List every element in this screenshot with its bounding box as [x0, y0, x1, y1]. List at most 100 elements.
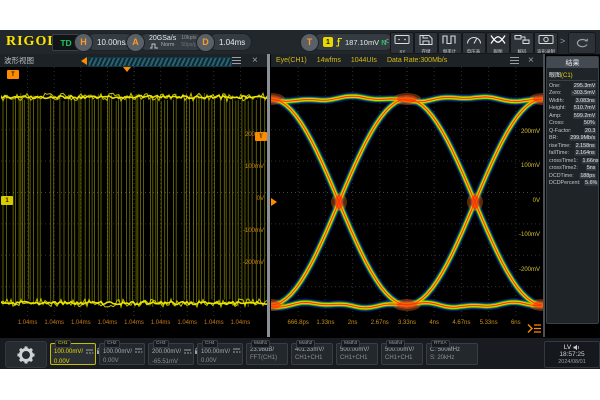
- channel-tab-label: Math4: [386, 340, 405, 348]
- trigger-delay-marker[interactable]: T: [7, 70, 19, 79]
- channel-box-math3[interactable]: Math3500.00mV/CH1+CH1: [336, 343, 378, 365]
- channel-box-ch3[interactable]: CH3200.00mV/-65.51mV: [148, 343, 194, 365]
- eye-diagram-plot[interactable]: [271, 67, 543, 318]
- result-row: DCDPercent:5.6%: [547, 180, 598, 188]
- channel-box-ch2[interactable]: CH2100.00mV/0.00V: [99, 343, 145, 365]
- result-label: riseTime:: [549, 143, 571, 149]
- save-icon: [417, 32, 435, 50]
- gear-icon: [16, 345, 36, 365]
- waveform-plot[interactable]: [1, 67, 267, 318]
- eye-y-label: -200mV: [500, 267, 540, 273]
- toolbar-button-record[interactable]: 波形录制: [534, 32, 558, 54]
- channel-offset: CH1+CH1: [340, 355, 374, 362]
- acq-mode: Norm: [161, 43, 174, 49]
- panel-splitter[interactable]: [267, 54, 270, 337]
- channel-offset: 0.00V: [201, 358, 239, 365]
- eye-x-label: 1.33ns: [316, 320, 334, 326]
- d-knob-icon[interactable]: D: [196, 33, 215, 52]
- result-row: One:295.3mV: [547, 82, 598, 90]
- channel1-ground-marker[interactable]: 1: [1, 196, 13, 205]
- waveform-close-icon[interactable]: ×: [252, 54, 258, 67]
- channel-offset: FFT(CH1): [250, 355, 284, 362]
- eye-close-icon[interactable]: ×: [528, 54, 534, 67]
- eye-x-label: 666.8ps: [288, 320, 309, 326]
- timebase-position-icon: [81, 57, 87, 65]
- trigger-source-badge: 1: [323, 37, 333, 47]
- wave-y-label: 100mV: [226, 164, 264, 170]
- channel-box-math2[interactable]: Math2401.33mV/CH1+CH1: [291, 343, 333, 365]
- eye-menu-icon-header[interactable]: [510, 57, 519, 64]
- trigger-position-triangle-icon[interactable]: [123, 67, 131, 72]
- toolbar-button-voltmeter[interactable]: 电压表: [462, 32, 486, 54]
- toolbar-button-eye-diagram[interactable]: 眼图: [486, 32, 510, 54]
- result-value: 20.3: [584, 128, 596, 134]
- toolbar-scroll-left-icon[interactable]: <: [384, 37, 389, 46]
- result-label: DCDTime:: [549, 173, 574, 179]
- toolbar-button-xy[interactable]: XY: [390, 32, 414, 54]
- channel-box-math1[interactable]: Math123.98dB/FFT(CH1): [246, 343, 288, 365]
- result-label: Q-Factor:: [549, 128, 572, 134]
- result-value: 5.6%: [584, 180, 598, 186]
- channel-box-ch4[interactable]: CH4100.00mV/0.00V: [197, 343, 243, 365]
- channel-scale: 100.00mV/: [103, 347, 141, 357]
- freq-counter-icon: [441, 32, 459, 50]
- result-label: fallTime:: [549, 150, 569, 156]
- trigger-control[interactable]: T 1 187.10mV N: [300, 33, 394, 51]
- t-knob-icon[interactable]: T: [300, 33, 319, 52]
- dc-coupling-icon: [232, 347, 241, 357]
- wave-x-label: 1.04ms: [231, 320, 251, 326]
- waveform-menu-icon[interactable]: [232, 57, 241, 64]
- result-row: Height:510.7mV: [547, 105, 598, 113]
- results-splitter[interactable]: [543, 54, 545, 337]
- acquisition-control[interactable]: A 20GSa/s Norm 10kpts 50ps/pt: [126, 33, 205, 51]
- eye-y-label: 200mV: [500, 129, 540, 135]
- toolbar-scroll-right-icon[interactable]: >: [560, 37, 565, 46]
- wave-y-label: -200mV: [226, 260, 264, 266]
- result-value: 510.7mV: [573, 105, 596, 111]
- eye-zero-level-marker: [271, 198, 277, 206]
- channel-box-rtsa[interactable]: RTSAC: 500MHzS: 20kHz: [426, 343, 478, 365]
- waveform-panel-title: 波形视图: [4, 55, 34, 66]
- wave-x-label: 1.04ms: [71, 320, 91, 326]
- top-toolbar: RIGOL TD H 10.00ns/ A 20GSa/s Norm 10kpt…: [0, 30, 600, 55]
- h-knob-icon[interactable]: H: [74, 33, 93, 52]
- result-row: Width:3.083ns: [547, 97, 598, 105]
- result-value: 2.164ns: [575, 150, 596, 156]
- result-value: 299.9Mb/s: [569, 135, 596, 141]
- toolbar-button-save[interactable]: 存储: [414, 32, 438, 54]
- acq-pulse-icon: [149, 43, 159, 49]
- eye-panel-title: Eye(CH1): [276, 57, 307, 64]
- result-row: fallTime: 2.164ns: [547, 150, 598, 158]
- toolbar-button-freq-counter[interactable]: 频率计: [438, 32, 462, 54]
- sound-icon: [573, 344, 580, 351]
- result-value: 2.158ns: [575, 143, 596, 149]
- delay-control[interactable]: D 1.04ms: [196, 33, 252, 51]
- eye-data-rate: Data Rate:300Mb/s: [387, 57, 447, 64]
- system-status-box[interactable]: LV 18:57:25 2024/08/01: [544, 341, 600, 368]
- channel-box-math4[interactable]: Math4500.00mV/CH1+CH1: [381, 343, 423, 365]
- settings-button[interactable]: [5, 341, 47, 368]
- result-value: 5ns: [586, 165, 596, 171]
- refresh-button[interactable]: [568, 32, 596, 54]
- timebase-overview-strip[interactable]: [88, 57, 232, 67]
- result-value: -303.5mV: [571, 90, 596, 96]
- results-panel: 结果 眼图(C1) One:295.3mVZero:-303.5mVWidth:…: [546, 56, 599, 324]
- channel-box-ch1[interactable]: CH1100.00mV/0.00V: [50, 343, 96, 365]
- channel-tab-label: Math2: [296, 340, 315, 348]
- results-tab-eye[interactable]: 眼图(C1): [549, 70, 596, 81]
- eye-x-label: 2.67ns: [371, 320, 389, 326]
- dc-coupling-icon: [85, 348, 94, 358]
- result-value: 1.66ns: [582, 158, 600, 164]
- eye-panel-header: Eye(CH1) 14wfms 1044UIs Data Rate:300Mb/…: [271, 54, 543, 67]
- toolbar-button-decode[interactable]: 解码: [510, 32, 534, 54]
- eye-y-label: 0V: [500, 198, 540, 204]
- oscilloscope-screen: RIGOL TD H 10.00ns/ A 20GSa/s Norm 10kpt…: [0, 30, 600, 368]
- a-knob-icon[interactable]: A: [126, 33, 145, 52]
- eye-wfms-count: 14wfms: [317, 57, 341, 64]
- eye-y-label: 100mV: [500, 163, 540, 169]
- channel-tab-label: CH4: [202, 340, 218, 348]
- decode-icon: [513, 32, 531, 50]
- result-row: Amp:599.2mV: [547, 112, 598, 120]
- dc-coupling-icon: [134, 347, 143, 357]
- eye-ui-count: 1044UIs: [351, 57, 377, 64]
